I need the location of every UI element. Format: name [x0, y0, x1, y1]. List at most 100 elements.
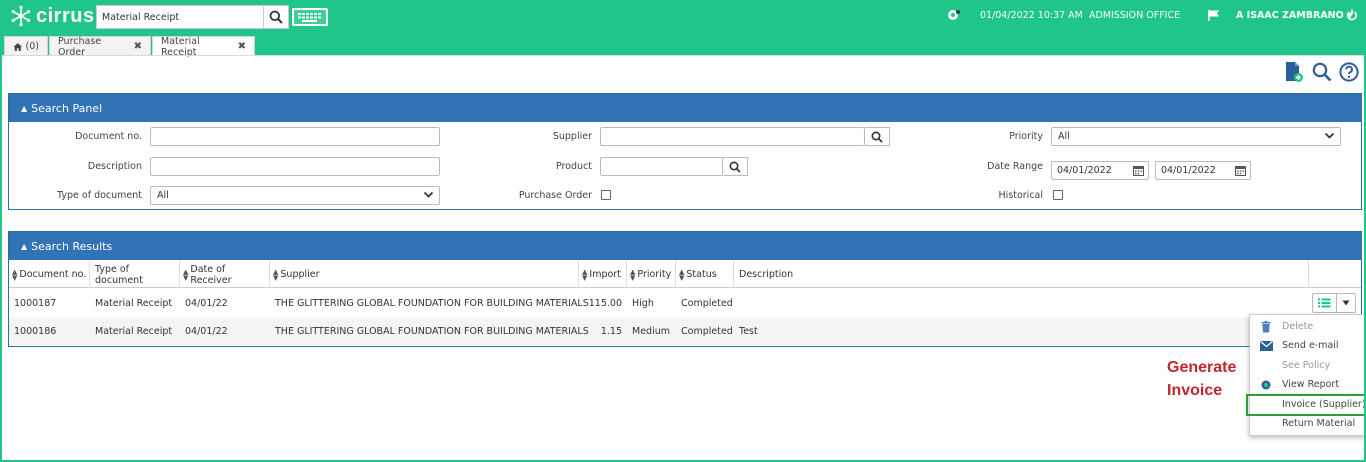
cell-document-no: 1000186: [14, 325, 57, 337]
results-table-header: ▲ ▼ Document no. Type of document ▲ ▼ Date o…: [9, 261, 1361, 288]
menu-item-label: Return Material: [1282, 418, 1356, 429]
chevron-down-icon: [1324, 132, 1335, 139]
generate-invoice-annotation: Generate Invoice: [1167, 356, 1236, 402]
cell-supplier: THE GLITTERING GLOBAL FOUNDATION FOR BUI…: [275, 297, 589, 309]
supplier-label: Supplier: [552, 131, 592, 142]
historical-checkbox[interactable]: [1053, 190, 1063, 200]
keyboard-button[interactable]: [292, 8, 328, 26]
type-of-document-label: Type of document: [57, 190, 142, 201]
date-to-input[interactable]: 04/01/2022: [1155, 161, 1251, 180]
tab-divider: [0, 55, 1366, 56]
global-search-input[interactable]: Material Receipt: [96, 5, 264, 29]
list-icon[interactable]: [1313, 294, 1337, 312]
product-input[interactable]: [600, 157, 723, 176]
calendar-icon[interactable]: [1133, 165, 1144, 176]
column-date-of-receiver[interactable]: ▲ ▼ Date of Receiver: [180, 261, 270, 288]
help-button[interactable]: [1338, 61, 1360, 83]
search-toolbar-button[interactable]: [1311, 61, 1333, 83]
cell-priority: Medium: [632, 325, 670, 337]
sort-icon: ▲ ▼: [630, 267, 636, 282]
search-results-header[interactable]: ▲ Search Results: [9, 232, 1361, 260]
close-icon[interactable]: ✖: [134, 41, 142, 52]
new-document-button[interactable]: [1283, 61, 1305, 83]
column-import[interactable]: ▲ ▼ Import: [579, 261, 627, 288]
search-icon: [269, 10, 283, 24]
globe-status-icon[interactable]: [947, 0, 961, 30]
tab-material-receipt[interactable]: Material Receipt ✖: [152, 36, 255, 58]
tab-purchase-order[interactable]: Purchase Order ✖: [49, 36, 151, 58]
table-row[interactable]: 1000186 Material Receipt 04/01/22 THE GL…: [9, 317, 1361, 345]
search-icon: [1312, 62, 1332, 82]
new-document-icon: [1286, 62, 1303, 82]
purchase-order-label: Purchase Order: [518, 190, 592, 201]
close-icon[interactable]: ✖: [238, 41, 246, 52]
menu-item-see-policy[interactable]: See Policy: [1250, 356, 1366, 375]
menu-item-label: View Report: [1282, 379, 1340, 390]
menu-item-send-email[interactable]: Send e-mail: [1250, 336, 1366, 355]
user-name: A ISAAC ZAMBRANO: [1236, 9, 1344, 21]
date-from-value: 04/01/2022: [1057, 165, 1112, 176]
cell-type: Material Receipt: [95, 325, 173, 337]
description-label: Description: [87, 161, 142, 172]
calendar-icon[interactable]: [1235, 165, 1246, 176]
search-panel-header[interactable]: ▲ Search Panel: [9, 94, 1361, 122]
date-from-input[interactable]: 04/01/2022: [1051, 161, 1149, 180]
home-icon: [13, 42, 23, 51]
priority-value: All: [1058, 131, 1070, 142]
cell-description: Test: [739, 325, 758, 337]
description-input[interactable]: [150, 157, 440, 176]
column-priority[interactable]: ▲ ▼ Priority: [627, 261, 676, 288]
search-panel-title: Search Panel: [31, 101, 103, 115]
sort-icon: ▲ ▼: [183, 267, 189, 282]
envelope-icon: [1259, 340, 1273, 351]
menu-item-return-material[interactable]: Return Material: [1250, 414, 1366, 433]
column-supplier[interactable]: ▲ ▼ Supplier: [270, 261, 579, 288]
cell-import: 1.15: [600, 325, 622, 337]
row-actions-menu: Delete Send e-mail See Policy View Repor…: [1249, 314, 1366, 436]
sort-icon: ▲ ▼: [582, 267, 588, 282]
snowflake-icon: [11, 5, 31, 27]
document-no-input[interactable]: [150, 127, 440, 146]
product-search-button[interactable]: [723, 157, 748, 176]
document-no-label: Document no.: [75, 131, 142, 142]
app-logo[interactable]: cirrus: [10, 4, 95, 28]
report-icon: [1261, 380, 1271, 389]
app-name: cirrus: [36, 4, 95, 27]
cell-date: 04/01/22: [185, 297, 228, 309]
column-actions: [1309, 261, 1361, 288]
cell-document-no: 1000187: [14, 297, 57, 309]
type-of-document-select[interactable]: All: [150, 186, 440, 205]
help-icon: [1339, 62, 1359, 82]
menu-item-label: See Policy: [1282, 360, 1331, 371]
global-search-button[interactable]: [264, 5, 289, 29]
flag-icon[interactable]: [1207, 0, 1220, 30]
supplier-search-button[interactable]: [865, 127, 890, 146]
power-icon[interactable]: [1346, 0, 1358, 30]
user-menu[interactable]: A ISAAC ZAMBRANO ▼: [1236, 0, 1353, 30]
column-status[interactable]: ▲ ▼ Status: [676, 261, 734, 288]
supplier-input[interactable]: [600, 127, 865, 146]
tab-home[interactable]: (0): [4, 36, 48, 56]
product-label: Product: [555, 161, 592, 172]
table-row[interactable]: 1000187 Material Receipt 04/01/22 THE GL…: [9, 289, 1361, 317]
historical-label: Historical: [998, 190, 1044, 201]
menu-item-label: Send e-mail: [1282, 340, 1339, 351]
purchase-order-checkbox[interactable]: [601, 190, 611, 200]
trash-icon: [1261, 320, 1271, 332]
office-name[interactable]: ADMISSION OFFICE: [1089, 0, 1180, 30]
column-document-no[interactable]: ▲ ▼ Document no.: [9, 261, 90, 288]
menu-item-view-report[interactable]: View Report: [1250, 375, 1366, 394]
cell-date: 04/01/22: [185, 325, 228, 337]
column-description[interactable]: Description: [734, 261, 1309, 288]
date-range-label: Date Range: [987, 161, 1043, 172]
cell-import: 115.00: [588, 297, 622, 309]
column-type-of-document[interactable]: Type of document: [90, 261, 180, 288]
caret-down-icon[interactable]: [1337, 294, 1355, 312]
cell-status: Completed: [681, 297, 733, 309]
priority-select[interactable]: All: [1051, 127, 1341, 146]
keyboard-icon: [298, 12, 321, 22]
menu-item-delete[interactable]: Delete: [1250, 317, 1366, 336]
chevron-down-icon: [423, 191, 434, 198]
tab-home-count: (0): [25, 41, 39, 52]
row-actions-button[interactable]: [1312, 293, 1356, 313]
